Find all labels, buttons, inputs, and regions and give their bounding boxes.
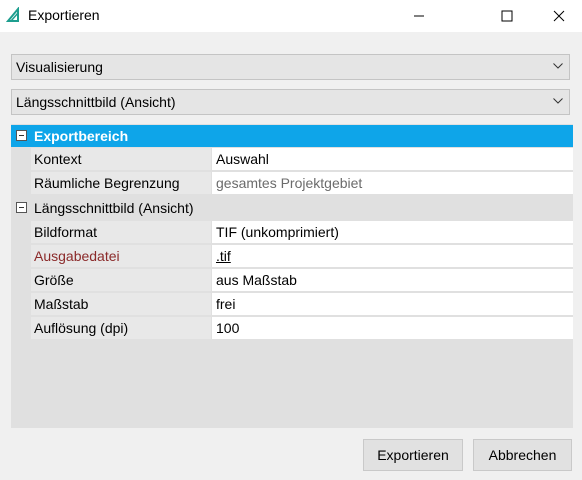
property-value-field[interactable]: TIF (unkomprimiert) [212,221,573,243]
minimize-button[interactable] [396,0,442,32]
maximize-icon [501,10,513,22]
collapse-icon[interactable] [16,130,27,141]
property-name: Auflösung (dpi) [34,320,129,336]
chevron-down-icon [553,63,563,69]
category-exportbereich[interactable]: Exportbereich [11,125,573,147]
property-row-groesse[interactable]: Größe aus Maßstab [31,269,573,291]
property-value: frei [216,296,236,312]
title-bar: Exportieren [0,0,582,32]
export-view-value: Längsschnittbild (Ansicht) [16,94,176,110]
close-button[interactable] [536,0,582,32]
property-row-kontext[interactable]: Kontext Auswahl [31,148,573,170]
collapse-icon[interactable] [16,202,27,213]
export-view-select[interactable]: Längsschnittbild (Ansicht) [11,89,570,115]
property-name: Kontext [34,151,82,167]
property-name: Räumliche Begrenzung [34,175,180,191]
export-type-value: Visualisierung [16,59,103,75]
cancel-button[interactable]: Abbrechen [473,439,572,471]
window-title: Exportieren [28,7,100,23]
property-value-field[interactable]: frei [212,293,573,315]
property-value-field[interactable]: Auswahl [212,148,573,170]
category-label: Längsschnittbild (Ansicht) [34,200,194,216]
category-label: Exportbereich [34,128,129,144]
property-name: Ausgabedatei [34,248,120,264]
property-value: TIF (unkomprimiert) [216,224,339,240]
chevron-down-icon [553,98,563,104]
property-value-field[interactable]: aus Maßstab [212,269,573,291]
property-value: 100 [216,320,240,336]
property-value-field[interactable]: gesamtes Projektgebiet [212,172,573,194]
property-value-field[interactable]: 100 [212,317,573,339]
property-value: gesamtes Projektgebiet [216,175,363,191]
property-row-aufloesung[interactable]: Auflösung (dpi) 100 [31,317,573,339]
property-value: Auswahl [216,151,269,167]
property-value: .tif [216,248,231,264]
property-row-massstab[interactable]: Maßstab frei [31,293,573,315]
export-button[interactable]: Exportieren [363,439,463,471]
property-row-bildformat[interactable]: Bildformat TIF (unkomprimiert) [31,221,573,243]
property-row-raeumliche-begrenzung[interactable]: Räumliche Begrenzung gesamtes Projektgeb… [31,172,573,194]
property-value: aus Maßstab [216,272,297,288]
property-value-field[interactable]: .tif [212,245,573,267]
category-laengsschnittbild[interactable]: Längsschnittbild (Ansicht) [11,197,573,219]
property-name: Maßstab [34,296,89,312]
property-name: Größe [34,272,74,288]
maximize-button[interactable] [484,0,530,32]
close-icon [553,10,565,22]
property-row-ausgabedatei[interactable]: Ausgabedatei .tif [31,245,573,267]
export-type-select[interactable]: Visualisierung [11,54,570,80]
property-name: Bildformat [34,224,98,240]
property-grid: Exportbereich Kontext Auswahl Räumliche … [11,124,573,428]
minimize-icon [414,15,424,17]
app-logo-icon [6,7,19,22]
